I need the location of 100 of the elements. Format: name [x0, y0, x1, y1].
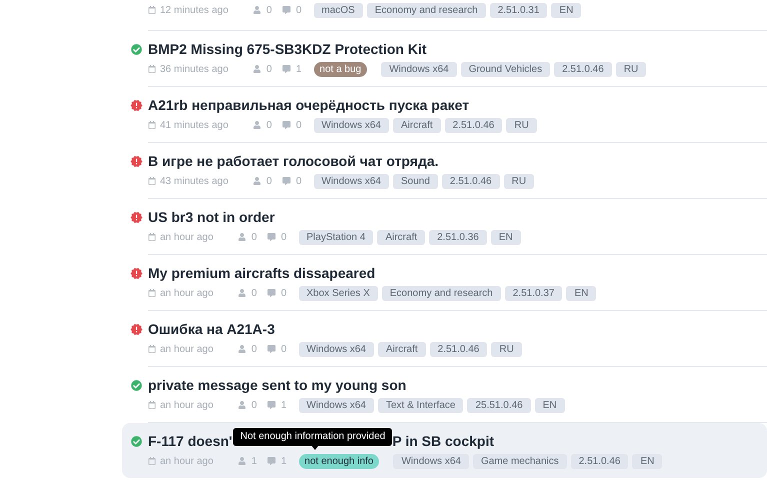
vote-count: 1	[251, 454, 257, 468]
comment-count: 1	[280, 398, 287, 412]
comment-count: 0	[280, 230, 287, 244]
user-icon	[253, 65, 262, 73]
calendar-icon	[148, 345, 156, 353]
user-icon	[238, 233, 246, 241]
user-icon	[253, 6, 262, 14]
tag[interactable]: RU	[616, 62, 646, 76]
comment-icon	[266, 289, 276, 297]
tag[interactable]: 2.51.0.46	[570, 454, 628, 468]
tag[interactable]: 2.51.0.31	[490, 2, 548, 18]
tag[interactable]: Text & Interface	[378, 398, 464, 412]
tag[interactable]: Windows x64	[314, 174, 389, 188]
tag[interactable]: 2.51.0.46	[430, 342, 488, 356]
tag[interactable]: Sound	[392, 174, 438, 188]
comment-count: 1	[296, 62, 302, 76]
issue-title[interactable]: В игре не работает голосовой чат отряда.	[148, 151, 439, 171]
comment-icon	[282, 65, 291, 73]
comment-count: 1	[280, 454, 287, 468]
tag[interactable]: macOS	[314, 2, 363, 18]
alert-badge-icon	[130, 154, 143, 168]
tag[interactable]: 2.51.0.46	[554, 62, 612, 76]
tag[interactable]: Economy and research	[382, 286, 501, 300]
vote-count: 0	[251, 398, 257, 412]
calendar-icon	[148, 121, 156, 129]
tag[interactable]: 2.51.0.37	[504, 286, 562, 300]
calendar-icon	[148, 65, 156, 73]
tag[interactable]: RU	[506, 118, 537, 132]
tag[interactable]: Windows x64	[393, 454, 469, 468]
issue-title[interactable]: P in SB cockpit	[392, 431, 494, 451]
tag[interactable]: 2.51.0.46	[442, 174, 500, 188]
comment-count: 0	[296, 118, 302, 132]
resolution-badge[interactable]: not enough info	[298, 454, 380, 468]
alert-badge-icon	[130, 322, 143, 336]
tag[interactable]: 2.51.0.46	[444, 118, 502, 132]
tag[interactable]: EN	[566, 286, 596, 300]
vote-count: 0	[251, 286, 257, 300]
tag[interactable]: Game mechanics	[472, 454, 567, 468]
issue-title[interactable]: Ошибка на A21A-3	[148, 319, 275, 339]
vote-count: 0	[266, 62, 272, 76]
tag[interactable]: 2.51.0.36	[429, 230, 487, 244]
issue-title[interactable]: My premium aircrafts dissapeared	[148, 263, 376, 283]
comment-count: 0	[296, 174, 302, 188]
comment-icon	[266, 233, 276, 241]
tag[interactable]: Aircraft	[377, 230, 426, 244]
vote-count: 0	[266, 174, 272, 188]
alert-badge-icon	[130, 98, 143, 112]
tag[interactable]: PlayStation 4	[298, 230, 374, 244]
resolution-badge[interactable]: not a bug	[314, 62, 368, 76]
tag[interactable]: 25.51.0.46	[467, 398, 531, 412]
tag[interactable]: Aircraft	[392, 118, 441, 132]
issue-title[interactable]: US br3 not in order	[148, 207, 275, 227]
calendar-icon	[148, 177, 156, 185]
tag[interactable]: EN	[551, 2, 582, 18]
comment-icon	[266, 457, 276, 465]
post-time: an hour ago	[160, 286, 214, 300]
comment-icon	[266, 345, 276, 353]
calendar-icon	[148, 401, 156, 409]
vote-count: 0	[251, 230, 257, 244]
post-time: an hour ago	[160, 230, 214, 244]
tag[interactable]: EN	[490, 230, 521, 244]
vote-count: 0	[266, 118, 272, 132]
comment-icon	[282, 177, 291, 185]
user-icon	[238, 345, 246, 353]
post-time: an hour ago	[160, 454, 214, 468]
post-time: 43 minutes ago	[160, 174, 228, 188]
tag[interactable]: RU	[491, 342, 522, 356]
issue-title[interactable]: BMP2 Missing 675-SB3KDZ Protection Kit	[148, 39, 426, 59]
user-icon	[253, 177, 262, 185]
post-time: an hour ago	[160, 398, 214, 412]
post-time: 12 minutes ago	[160, 4, 228, 18]
post-time: an hour ago	[160, 342, 214, 356]
tag[interactable]: Xbox Series X	[298, 286, 378, 300]
comment-icon	[282, 121, 291, 129]
tag[interactable]: Aircraft	[378, 342, 426, 356]
calendar-icon	[148, 233, 156, 241]
vote-count: 0	[251, 342, 257, 356]
alert-badge-icon	[130, 210, 143, 224]
issue-title[interactable]: F-117 doesn'	[148, 431, 232, 451]
tag[interactable]: Ground Vehicles	[460, 62, 550, 76]
alert-badge-icon	[130, 266, 143, 280]
tag[interactable]: Windows x64	[381, 62, 457, 76]
calendar-icon	[148, 457, 156, 465]
comment-count: 0	[296, 4, 302, 18]
vote-count: 0	[266, 4, 272, 18]
tag[interactable]: RU	[504, 174, 534, 188]
tooltip-arrow-icon	[311, 445, 320, 450]
comment-count: 0	[280, 286, 287, 300]
calendar-icon	[148, 289, 156, 297]
issue-title[interactable]: private message sent to my young son	[148, 375, 406, 395]
tag[interactable]: Windows x64	[298, 342, 374, 356]
user-icon	[238, 457, 246, 465]
user-icon	[238, 289, 246, 297]
issue-title[interactable]: A21rb неправильная очерёдность пуска ракет	[148, 95, 470, 115]
tag[interactable]: Windows x64	[298, 398, 374, 412]
tag[interactable]: Windows x64	[314, 118, 389, 132]
tag[interactable]: EN	[534, 398, 565, 412]
tag[interactable]: Economy and research	[366, 2, 486, 18]
tag[interactable]: EN	[632, 454, 662, 468]
calendar-icon	[148, 6, 156, 14]
